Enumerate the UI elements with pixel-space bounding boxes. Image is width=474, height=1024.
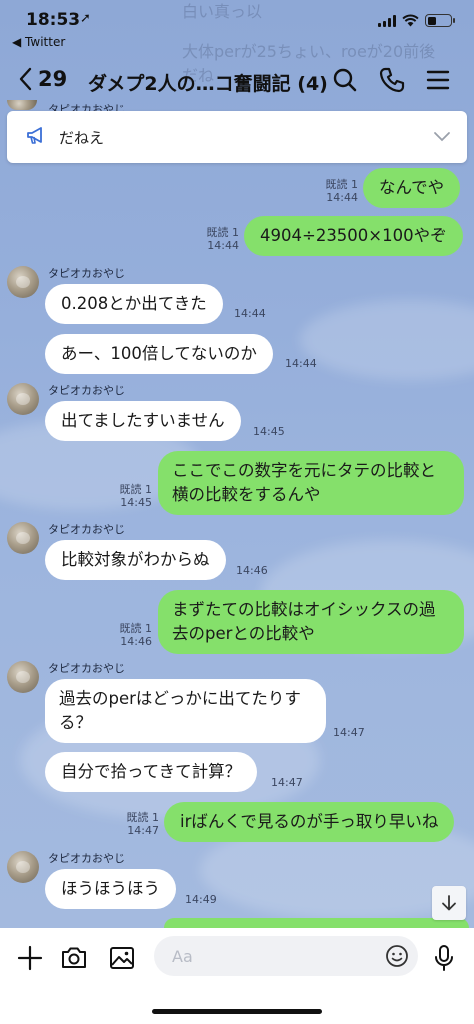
message-bubble-incoming[interactable]: 過去のperはどっかに出てたりす る？ (45, 679, 326, 743)
avatar[interactable] (7, 266, 39, 298)
sender-name: タピオカおやじ (48, 523, 125, 536)
message-line: 横の比較をするんや (172, 485, 321, 504)
message-time: 14:47 (271, 776, 303, 789)
emoji-icon[interactable] (385, 944, 409, 968)
message-time: 14:44 (326, 191, 358, 204)
chat-title[interactable]: ダメプ2人の…コ奮闘記 (4) (88, 69, 328, 96)
message-time: 14:46 (120, 635, 152, 648)
phone-icon[interactable] (377, 65, 407, 95)
message-line: まずたての比較はオイシックスの過 (172, 600, 436, 619)
announcement-text: だねえ (59, 129, 105, 147)
message-time: 14:45 (253, 425, 285, 438)
message-bubble-outgoing-partial (164, 918, 469, 928)
status-time: 18:53 (26, 10, 81, 30)
avatar[interactable] (7, 383, 39, 415)
message-meta: 既読 1 14:44 (300, 178, 359, 204)
battery-icon (425, 14, 455, 27)
plus-icon[interactable] (14, 942, 46, 974)
scroll-to-bottom-button[interactable] (432, 886, 466, 920)
message-bubble-outgoing[interactable]: 4904÷23500×100やぞ (244, 216, 463, 256)
search-icon[interactable] (330, 65, 360, 95)
message-time: 14:49 (185, 893, 217, 906)
message-line: 去のperとの比較や (172, 624, 315, 643)
message-time: 14:46 (236, 564, 268, 577)
back-button[interactable]: 29 (18, 67, 67, 91)
arrow-down-icon (442, 895, 456, 911)
sender-name: タピオカおやじ (48, 384, 125, 397)
message-bubble-incoming[interactable]: ほうほうほう (45, 869, 176, 909)
sender-name: タピオカおやじ (48, 267, 125, 280)
message-time: 14:44 (285, 357, 317, 370)
message-input[interactable] (154, 936, 418, 976)
message-bubble-incoming[interactable]: 比較対象がわからぬ (45, 540, 226, 580)
status-bar: 18:53 ➚ ◀ Twitter (0, 0, 474, 56)
message-meta: 既読 1 14:46 (93, 622, 153, 648)
message-line: る？ (59, 713, 92, 732)
microphone-icon[interactable] (428, 942, 460, 974)
read-receipt: 既読 1 (126, 811, 160, 824)
message-meta: 既読 1 14:44 (180, 226, 240, 252)
message-line: ここでこの数字を元にタテの比較と (172, 461, 436, 480)
avatar[interactable] (7, 851, 39, 883)
location-arrow-icon: ➚ (80, 11, 91, 26)
message-time: 14:47 (333, 726, 365, 739)
sender-name: タピオカおやじ (48, 852, 125, 865)
menu-icon[interactable] (423, 65, 453, 95)
home-indicator (152, 1009, 322, 1014)
message-bubble-outgoing[interactable]: まずたての比較はオイシックスの過 去のperとの比較や (158, 590, 464, 654)
read-receipt: 既読 1 (119, 622, 153, 635)
cellular-signal-icon (378, 14, 396, 27)
message-meta: 既読 1 14:45 (93, 483, 153, 509)
message-bubble-incoming[interactable]: あー、100倍してないのか (45, 334, 273, 374)
message-time: 14:45 (120, 496, 152, 509)
camera-icon[interactable] (58, 942, 90, 974)
wifi-icon (402, 14, 419, 27)
chevron-down-icon[interactable] (433, 131, 451, 143)
message-bubble-incoming[interactable]: 0.208とか出てきた (45, 284, 223, 324)
avatar[interactable] (7, 522, 39, 554)
message-bubble-incoming[interactable]: 出てましたすいません (45, 401, 241, 441)
message-bubble-incoming[interactable]: 自分で拾ってきて計算？ (45, 752, 258, 792)
read-receipt: 既読 1 (325, 178, 359, 191)
message-bubble-outgoing[interactable]: なんでや (363, 168, 461, 208)
chevron-left-icon (19, 67, 32, 91)
message-time: 14:47 (127, 824, 159, 837)
megaphone-icon (27, 127, 42, 144)
message-bubble-outgoing[interactable]: irばんくで見るのが手っ取り早いね (164, 802, 455, 842)
message-bubble-outgoing[interactable]: ここでこの数字を元にタテの比較と 横の比較をするんや (158, 451, 464, 515)
image-icon[interactable] (106, 942, 138, 974)
avatar[interactable] (7, 661, 39, 693)
unread-count: 29 (38, 67, 68, 91)
read-receipt: 既読 1 (206, 226, 240, 239)
announcement-banner[interactable]: だねえ (7, 111, 467, 163)
message-meta: 既読 1 14:47 (100, 811, 160, 837)
sender-name: タピオカおやじ (48, 662, 125, 675)
message-time: 14:44 (207, 239, 239, 252)
message-time: 14:44 (234, 307, 266, 320)
back-to-app-link[interactable]: ◀ Twitter (12, 35, 65, 49)
read-receipt: 既読 1 (119, 483, 153, 496)
chat-header: 29 ダメプ2人の…コ奮闘記 (4) (0, 56, 474, 106)
message-line: 過去のperはどっかに出てたりす (59, 689, 301, 708)
